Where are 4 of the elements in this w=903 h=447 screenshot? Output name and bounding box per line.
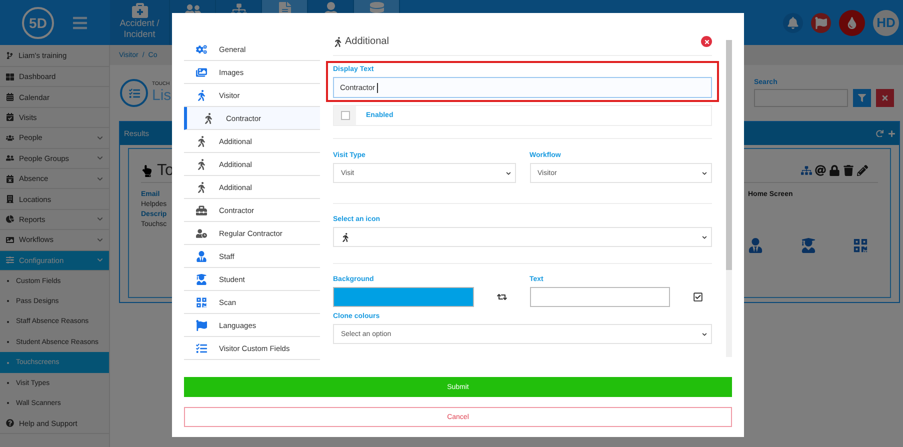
dialog-title: Additional bbox=[345, 36, 389, 47]
nav-tile[interactable]: Accident / Incident bbox=[110, 0, 170, 45]
logo[interactable]: 5D bbox=[22, 6, 54, 38]
page-title: Lis bbox=[152, 87, 172, 105]
